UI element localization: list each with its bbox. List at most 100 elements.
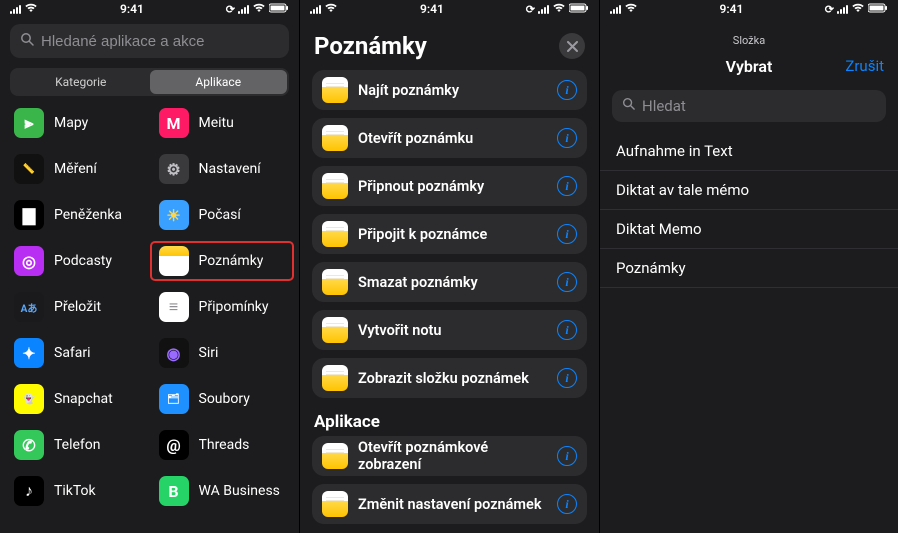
app-item-pocasi[interactable]: ☀Počasí — [151, 196, 294, 234]
app-label: TikTok — [54, 483, 96, 499]
action-item[interactable]: Připnout poznámkyi — [312, 166, 587, 206]
signal-icon — [10, 5, 21, 14]
info-button[interactable]: i — [557, 494, 577, 514]
app-item-telefon[interactable]: ✆Telefon — [6, 426, 149, 464]
app-label: Měření — [54, 161, 97, 177]
action-item[interactable]: Vytvořit notu i — [312, 310, 587, 350]
penezenka-icon: ▇ — [14, 200, 44, 230]
action-item[interactable]: Zobrazit složku poznámek i — [312, 358, 587, 398]
status-bar: 9:41 ⟳ — [0, 0, 299, 18]
panel-folder-picker: 9:41 ⟳ Složka Vybrat Zrušit Hledat Aufna… — [599, 0, 898, 533]
info-button[interactable]: i — [557, 80, 577, 100]
app-label: Threads — [199, 437, 250, 453]
action-item[interactable]: Otevřít poznámku i — [312, 118, 587, 158]
info-button[interactable]: i — [557, 368, 577, 388]
app-label: Meitu — [199, 115, 234, 131]
info-button[interactable]: i — [557, 128, 577, 148]
notes-icon — [322, 269, 348, 295]
action-item[interactable]: Změnit nastavení poznámek i — [312, 484, 587, 524]
info-button[interactable]: i — [557, 272, 577, 292]
mapy-icon: ⫸ — [14, 108, 44, 138]
wifi-icon — [624, 3, 638, 16]
app-item-mereni[interactable]: 📏Měření — [6, 150, 149, 188]
action-label: Otevřít poznámku — [358, 130, 547, 147]
status-time: 9:41 — [120, 2, 144, 16]
app-item-tiktok[interactable]: ♪TikTok — [6, 472, 149, 510]
app-item-threads[interactable]: @ Threads — [151, 426, 294, 464]
action-label: Vytvořit notu — [358, 322, 547, 339]
segment-categories[interactable]: Kategorie — [12, 70, 150, 94]
wifi-icon — [324, 3, 338, 16]
app-label: Safari — [54, 345, 91, 361]
sheet: Složka Vybrat Zrušit Hledat Aufnahme in … — [600, 24, 898, 533]
app-label: Přeložit — [54, 299, 101, 315]
app-label: Podcasty — [54, 253, 112, 269]
action-item[interactable]: Otevřít poznámkové zobrazeníi — [312, 436, 587, 476]
info-button[interactable]: i — [557, 446, 577, 466]
close-button[interactable] — [559, 33, 585, 59]
app-item-penezenka[interactable]: ▇Peněženka — [6, 196, 149, 234]
sheet-label: Složka — [600, 30, 898, 49]
info-button[interactable]: i — [557, 224, 577, 244]
status-time: 9:41 — [719, 2, 743, 16]
page-title: Poznámky — [314, 32, 427, 60]
folder-row[interactable]: Aufnahme in Text — [600, 132, 898, 171]
folder-row[interactable]: Diktat av tale mémo — [600, 171, 898, 210]
threads-icon: @ — [159, 430, 189, 460]
action-item[interactable]: Připojit k poznámcei — [312, 214, 587, 254]
app-list: ⫸MapyMMeitu📏Měření ⚙ Nastavení ▇Peněženka☀P… — [0, 104, 299, 520]
action-item[interactable]: Smazat poznámky i — [312, 262, 587, 302]
action-label: Smazat poznámky — [358, 274, 547, 291]
segment-apps[interactable]: Aplikace — [150, 70, 288, 94]
app-item-mapy[interactable]: ⫸Mapy — [6, 104, 149, 142]
app-item-podcasty[interactable]: ◎ Podcasty — [6, 242, 149, 280]
action-list: Najít poznámkyiOtevřít poznámkuiPřipnout… — [300, 70, 599, 398]
notes-icon — [322, 77, 348, 103]
app-item-siri[interactable]: ◉Siri — [151, 334, 294, 372]
segmented-control[interactable]: Kategorie Aplikace — [10, 68, 289, 96]
sheet-title: Vybrat — [726, 57, 773, 76]
search-input[interactable]: Hledat — [612, 90, 886, 122]
app-item-nastaveni[interactable]: ⚙ Nastavení — [151, 150, 294, 188]
wifi-icon — [252, 3, 266, 16]
podcasty-icon: ◎ — [14, 246, 44, 276]
orientation-lock-icon: ⟳ — [825, 3, 834, 16]
info-button[interactable]: i — [557, 320, 577, 340]
notes-icon — [322, 221, 348, 247]
panel-apps: 9:41 ⟳ Kategorie Aplikace ⫸MapyMMeitu📏Mě… — [0, 0, 299, 533]
action-item[interactable]: Najít poznámkyi — [312, 70, 587, 110]
action-label: Změnit nastavení poznámek — [358, 496, 547, 513]
pripominky-icon: ≡ — [159, 292, 189, 322]
sheet-nav: Vybrat Zrušit — [600, 49, 898, 86]
battery-icon — [569, 3, 589, 16]
action-label: Zobrazit složku poznámek — [358, 370, 547, 387]
app-label: WA Business — [199, 483, 280, 499]
telefon-icon: ✆ — [14, 430, 44, 460]
wab-icon: B — [159, 476, 189, 506]
cancel-button[interactable]: Zrušit — [845, 57, 884, 75]
app-item-snapchat[interactable]: 👻Snapchat — [6, 380, 149, 418]
folder-row[interactable]: Diktat Memo — [600, 210, 898, 249]
search-input[interactable] — [10, 24, 289, 58]
notes-icon — [322, 173, 348, 199]
notes-icon — [322, 491, 348, 517]
app-item-wab[interactable]: B WA Business — [151, 472, 294, 510]
app-label: Nastavení — [199, 161, 261, 177]
app-item-prelozit[interactable]: AあPřeložit — [6, 288, 149, 326]
app-label: Připomínky — [199, 299, 269, 315]
app-label: Siri — [199, 345, 219, 361]
info-button[interactable]: i — [557, 176, 577, 196]
folder-row[interactable]: Poznámky — [600, 249, 898, 288]
app-item-safari[interactable]: ✦Safari — [6, 334, 149, 372]
app-label: Soubory — [199, 391, 250, 407]
nastaveni-icon: ⚙ — [159, 154, 189, 184]
close-icon — [567, 41, 578, 52]
app-item-meitu[interactable]: MMeitu — [151, 104, 294, 142]
battery-icon — [868, 3, 888, 16]
app-item-pripominky[interactable]: ≡ Připomínky — [151, 288, 294, 326]
search-field[interactable] — [41, 33, 279, 50]
app-item-soubory[interactable]: 🗂Soubory — [151, 380, 294, 418]
signal-icon — [310, 5, 321, 14]
wifi-icon — [851, 3, 865, 16]
app-item-poznamky[interactable]: Poznámky — [151, 242, 294, 280]
